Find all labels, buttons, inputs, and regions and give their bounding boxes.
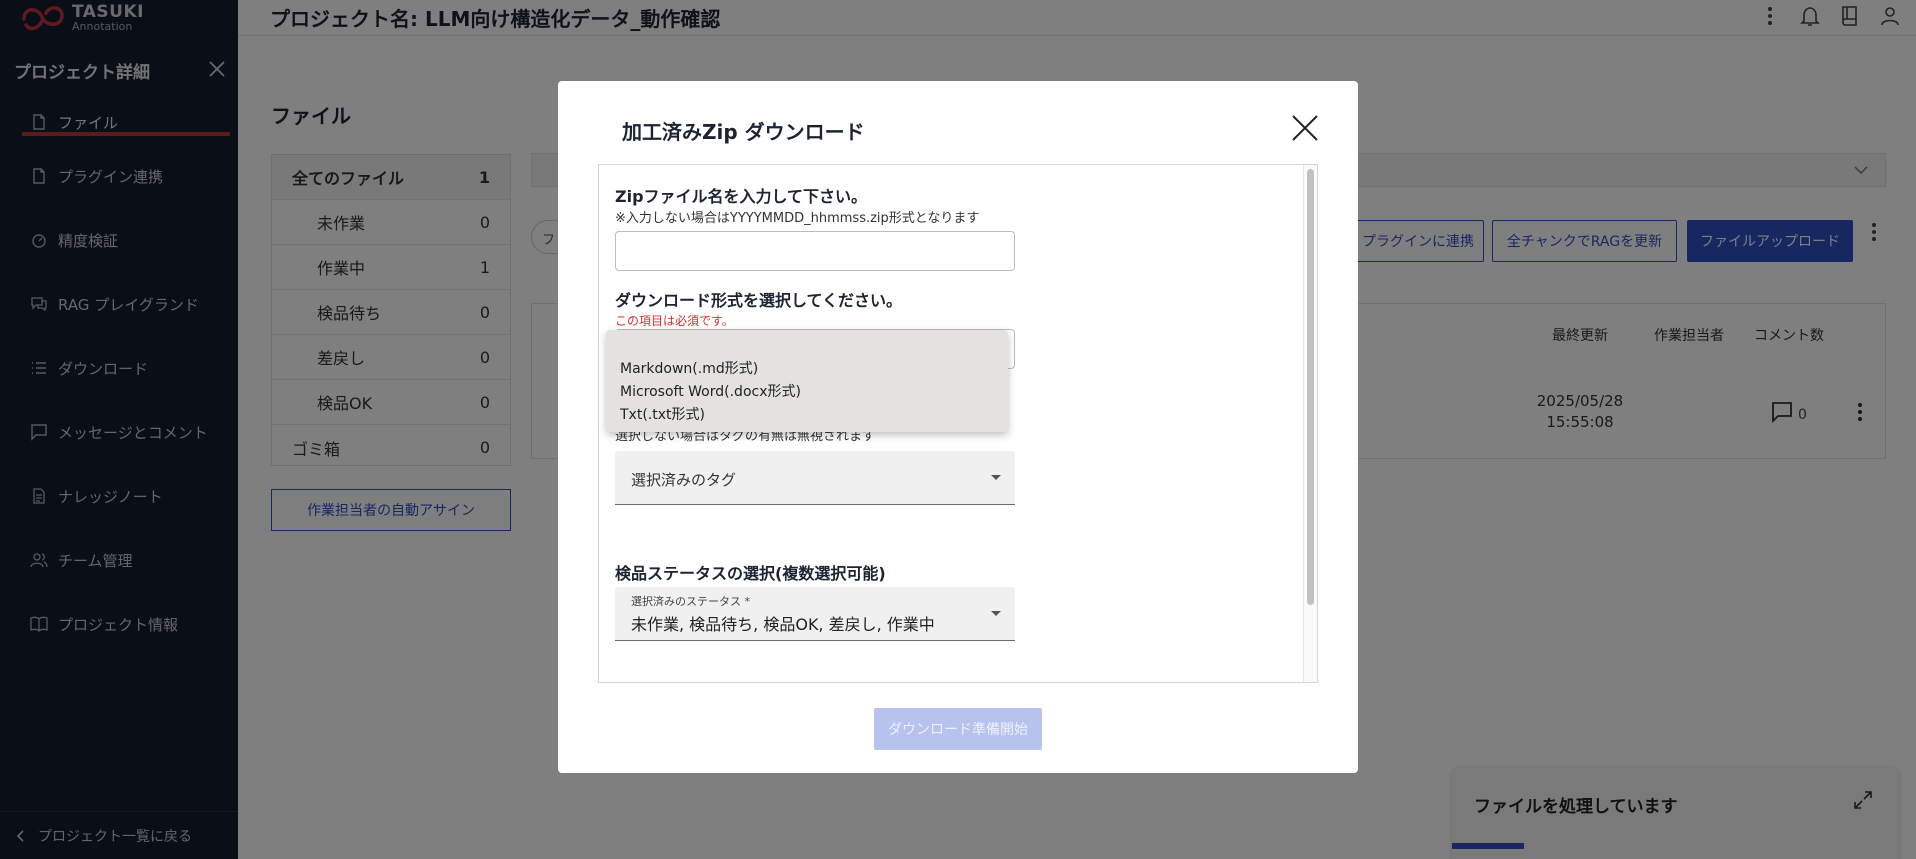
tag-select-placeholder: 選択済みのタグ (631, 471, 737, 489)
format-option-markdown[interactable]: Markdown(.md形式) (606, 358, 1008, 381)
zip-name-input[interactable] (615, 231, 1015, 271)
tag-select[interactable]: 選択済みのタグ (615, 451, 1015, 505)
modal-title: 加工済みZip ダウンロード (622, 120, 865, 144)
zip-name-note: ※入力しない場合はYYYYMMDD_hhmmss.zip形式となります (615, 211, 980, 226)
format-dropdown-menu: Markdown(.md形式) Microsoft Word(.docx形式) … (606, 330, 1008, 432)
format-label: ダウンロード形式を選択してください。 (615, 291, 903, 310)
status-select[interactable]: 選択済みのステータス * 未作業, 検品待ち, 検品OK, 差戻し, 作業中 (615, 587, 1015, 641)
format-option-txt[interactable]: Txt(.txt形式) (606, 404, 1008, 427)
close-icon[interactable] (1290, 113, 1320, 143)
dropdown-arrow-icon (991, 475, 1001, 480)
scroll-thumb[interactable] (1307, 169, 1314, 605)
format-error: この項目は必須です。 (615, 314, 734, 328)
format-option-word[interactable]: Microsoft Word(.docx形式) (606, 381, 1008, 404)
status-label: 検品ステータスの選択(複数選択可能) (615, 564, 886, 583)
modal-scrollbar[interactable] (1303, 165, 1317, 682)
dropdown-arrow-icon (991, 611, 1001, 616)
start-download-button[interactable]: ダウンロード準備開始 (874, 708, 1042, 750)
zip-name-label: Zipファイル名を入力して下さい。 (615, 187, 868, 206)
status-select-label: 選択済みのステータス * (631, 595, 750, 608)
status-select-value: 未作業, 検品待ち, 検品OK, 差戻し, 作業中 (631, 615, 935, 634)
